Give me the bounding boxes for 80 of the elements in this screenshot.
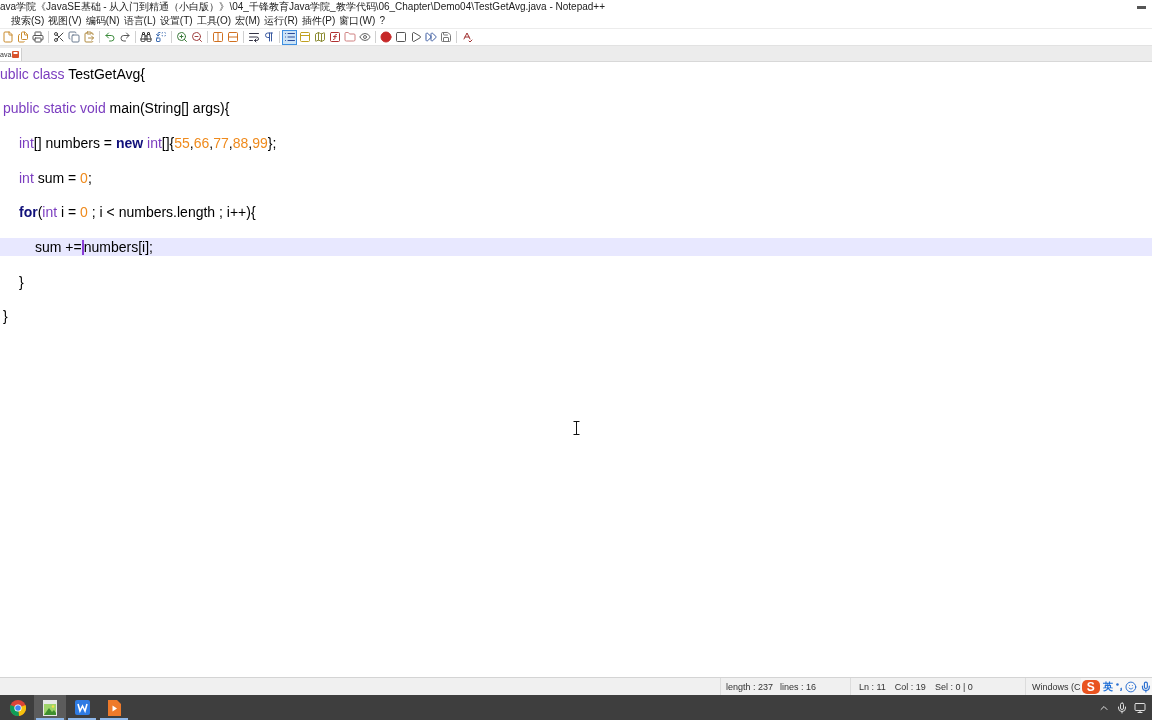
smiley-icon[interactable]	[1125, 680, 1138, 693]
microphone-icon[interactable]	[1116, 701, 1128, 714]
monitor-icon[interactable]	[1134, 701, 1146, 714]
copy-icon	[67, 31, 80, 43]
list-icon	[283, 31, 296, 43]
taskbar-button[interactable]	[34, 695, 66, 720]
toolbar-button[interactable]	[30, 29, 45, 45]
circle-logo-icon	[10, 699, 26, 716]
punctuation-icon[interactable]	[1115, 682, 1123, 691]
printer-icon	[31, 31, 44, 43]
toolbar-button[interactable]	[378, 29, 393, 45]
toolbar-button[interactable]	[393, 29, 408, 45]
code-text: ublic class TestGetAvg{	[0, 65, 146, 82]
code-text: }	[3, 308, 8, 325]
menu-item[interactable]: 语言(L)	[122, 15, 157, 27]
toolbar-button[interactable]	[327, 29, 342, 45]
status-text: Windows (C	[1032, 681, 1081, 692]
ime-logo[interactable]: S	[1082, 679, 1100, 694]
text-caret-icon	[81, 239, 84, 255]
toolbar-button[interactable]	[189, 29, 204, 45]
code-text: sum +=	[35, 239, 82, 256]
fast-forward-icon	[424, 31, 437, 43]
status-text: Col : 19	[894, 681, 926, 692]
wrap-text-icon	[247, 31, 260, 43]
undo-arrow-icon	[103, 31, 116, 43]
status-text: lines : 16	[780, 681, 817, 692]
code-text: int[] numbers = new int[]{55,66,77,88,99};	[19, 135, 277, 152]
folder-icon	[343, 31, 356, 43]
scissors-icon	[52, 31, 65, 43]
play-document-icon	[107, 699, 121, 716]
menu-item[interactable]: 设置(T)	[158, 15, 194, 27]
split-rows-icon	[226, 31, 239, 43]
map-icon	[313, 31, 326, 43]
pilcrow-icon	[262, 31, 275, 43]
toolbar-button[interactable]	[153, 29, 168, 45]
code-text: int sum = 0;	[19, 169, 92, 186]
menu-item[interactable]: ?	[378, 15, 386, 27]
save-icon	[439, 31, 452, 43]
binoculars-icon	[139, 31, 152, 43]
menu-item[interactable]: 搜索(S)	[10, 15, 46, 27]
eye-icon	[358, 31, 371, 43]
zoom-out-icon	[190, 31, 203, 43]
stop-icon	[394, 31, 407, 43]
toolbar-button[interactable]	[51, 29, 66, 45]
toolbar-button[interactable]	[117, 29, 132, 45]
code-text: public static void main(String[] args){	[3, 100, 230, 117]
record-icon	[379, 31, 392, 43]
app-tile-icon	[74, 700, 90, 715]
ime-mode-toggle[interactable]: 英	[1102, 680, 1113, 693]
toolbar-button[interactable]	[138, 29, 153, 45]
status-text: length : 237	[726, 681, 774, 692]
menu-item[interactable]: 编码(N)	[84, 15, 121, 27]
menu-item[interactable]: 工具(O)	[195, 15, 233, 27]
i-beam-pointer-icon	[573, 421, 580, 435]
minimize-icon[interactable]	[1137, 5, 1146, 9]
panel-icon	[298, 31, 311, 43]
menu-item[interactable]: 运行(R)	[263, 15, 299, 27]
code-text: }	[19, 273, 24, 290]
image-file-icon	[43, 699, 57, 716]
toolbar-button[interactable]	[282, 29, 297, 45]
window-title: ava学院《JavaSE基础 - 从入门到精通（小白版）》\04_千锋教育Java学院_教学代码\06_Chapter\Demo04\TestGetAvg.java - Notepad++	[0, 1, 606, 13]
redo-arrow-icon	[118, 31, 131, 43]
split-columns-icon	[211, 31, 224, 43]
code-text: for(int i = 0 ; i < numbers.length ; i++){	[19, 204, 256, 221]
menu-item[interactable]: 宏(M)	[234, 15, 262, 27]
menu-item[interactable]: 窗口(W)	[338, 15, 377, 27]
pages-icon	[16, 31, 29, 43]
play-icon	[409, 31, 422, 43]
replace-icon	[154, 31, 167, 43]
clipboard-icon	[82, 31, 95, 43]
function-icon	[328, 31, 341, 43]
code-text: numbers[i];	[83, 239, 153, 256]
menu-item[interactable]: 视图(V)	[47, 15, 83, 27]
menu-item[interactable]: 插件(P)	[300, 15, 337, 27]
status-text: Ln : 11	[859, 681, 886, 692]
zoom-in-icon	[175, 31, 188, 43]
floppy-icon	[12, 51, 20, 58]
status-text: Sel : 0 | 0	[934, 681, 973, 692]
microphone-icon[interactable]	[1140, 680, 1152, 693]
page-icon	[1, 31, 14, 43]
